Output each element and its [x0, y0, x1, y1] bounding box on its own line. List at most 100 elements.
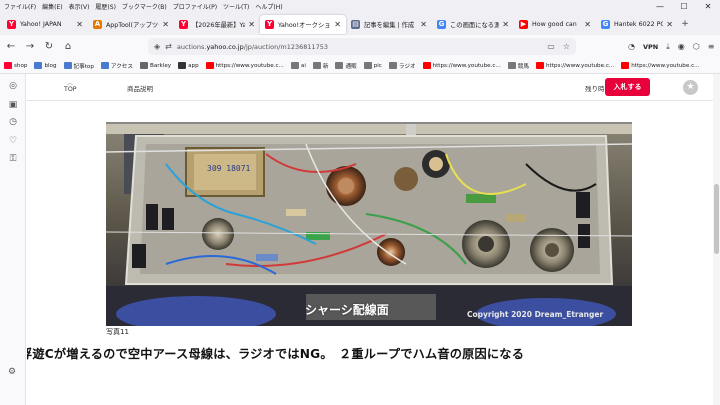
- tab-close-icon[interactable]: ✕: [248, 20, 255, 29]
- menu-help[interactable]: ヘルプ(H): [255, 2, 282, 11]
- bookmark-label: Barkley: [149, 62, 172, 69]
- browser-tab[interactable]: ▤ 記事を編集 | 作成 | X✕: [346, 15, 432, 34]
- bookmark-label: https://www.youtube.c...: [432, 62, 501, 69]
- bookmark-icon: [178, 62, 187, 69]
- bookmark-item[interactable]: 通販: [335, 62, 357, 70]
- bookmark-item[interactable]: https://www.youtube.c...: [422, 62, 501, 69]
- sidebar-passwords-icon[interactable]: ⚿: [7, 153, 19, 165]
- tab-favicon-icon: ▤: [351, 19, 360, 29]
- chassis-wiring-image: 309 18071: [106, 124, 632, 326]
- top-link[interactable]: TOP: [64, 86, 77, 93]
- reload-button[interactable]: ↻: [41, 39, 57, 55]
- sidebar-history-icon[interactable]: ◷: [7, 116, 19, 128]
- tab-title: How good can: [532, 20, 577, 28]
- browser-tab[interactable]: G Hantek 6022 PC US✕: [596, 15, 678, 34]
- menu-tools[interactable]: ツール(T): [223, 2, 249, 11]
- new-tab-button[interactable]: +: [678, 19, 692, 29]
- bookmark-item[interactable]: 新: [312, 62, 328, 70]
- menu-edit[interactable]: 編集(E): [42, 2, 62, 11]
- pocket-icon[interactable]: ◔: [628, 42, 635, 51]
- sidebar-ai-icon[interactable]: ◎: [7, 80, 19, 92]
- bookmark-icon: [312, 62, 321, 69]
- menu-file[interactable]: ファイル(F): [4, 2, 36, 11]
- bookmark-icon: [205, 62, 214, 69]
- description-text: 浮遊Cが増えるので空中アース母線は、ラジオではNG。 ２重ループでハム音の原因に…: [27, 347, 525, 361]
- tab-close-icon[interactable]: ✕: [334, 20, 341, 29]
- watch-star-icon[interactable]: ★: [683, 80, 698, 95]
- bookmark-item[interactable]: https://www.youtube.c...: [536, 62, 614, 69]
- bookmark-label: https://www.youtube.c...: [546, 62, 615, 69]
- menu-view[interactable]: 表示(V): [69, 2, 90, 11]
- bookmark-item[interactable]: pic: [363, 62, 382, 69]
- bookmark-label: pic: [373, 62, 382, 69]
- bookmark-label: 通販: [345, 63, 357, 70]
- forward-button[interactable]: →: [22, 39, 38, 55]
- menu-profile[interactable]: プロファイル(P): [173, 2, 217, 11]
- bookmark-item[interactable]: https://www.youtube.c...: [205, 62, 284, 69]
- bookmark-icon: [621, 62, 630, 69]
- transformer-label: 309 18071: [207, 164, 251, 173]
- photo-overlay-title: シャーシ配線面: [305, 303, 389, 317]
- tab-close-icon[interactable]: ✕: [162, 20, 169, 29]
- bookmark-item[interactable]: https://www.youtube.c...: [621, 62, 700, 69]
- bookmark-item[interactable]: shop: [4, 62, 27, 69]
- back-button[interactable]: ←: [3, 39, 19, 55]
- shield-icon[interactable]: ◈: [154, 42, 160, 51]
- bookmark-item[interactable]: ai: [290, 62, 306, 69]
- bookmarks-bar: shop blog 記事top アクセス Barkley app https://www.y…: [0, 58, 720, 74]
- browser-tab[interactable]: Y 【2026年最新】Yahoo✕: [174, 15, 260, 34]
- browser-tab[interactable]: G この画面になる測定器✕: [432, 15, 514, 34]
- tab-favicon-icon: Y: [179, 19, 188, 29]
- sidebar-settings-icon[interactable]: ⚙: [8, 367, 16, 377]
- window-controls: — ☐ ✕: [648, 0, 720, 13]
- photo-copyright: Copyright 2020 Dream_Etranger: [467, 310, 604, 319]
- scrollbar-thumb[interactable]: [714, 184, 719, 254]
- browser-tab[interactable]: Y Yahoo!オークション - X✕: [260, 14, 346, 34]
- bookmark-item[interactable]: app: [178, 62, 199, 69]
- tab-strip: YYahoo! JAPAN✕AAppTool(アップツール)✕Y【2026年最新…: [0, 13, 720, 35]
- sidebar-bookmarks-icon[interactable]: ♡: [7, 135, 19, 147]
- tab-close-icon[interactable]: ✕: [420, 20, 427, 29]
- maximize-button[interactable]: ☐: [672, 0, 696, 13]
- bookmark-item[interactable]: 競馬: [507, 62, 529, 70]
- product-photo[interactable]: 309 18071: [106, 124, 632, 326]
- sidebar-tabs-icon[interactable]: ▣: [7, 99, 19, 111]
- url-text[interactable]: auctions.yahoo.co.jp/jp/auction/m1236811…: [177, 43, 328, 51]
- menu-history[interactable]: 履歴(S): [95, 2, 116, 11]
- page-scrollbar[interactable]: [713, 74, 720, 405]
- bookmark-item[interactable]: Barkley: [139, 62, 172, 69]
- bookmark-icon: [100, 62, 109, 69]
- browser-tab[interactable]: A AppTool(アップツール)✕: [88, 15, 174, 34]
- vpn-button[interactable]: VPN: [643, 43, 658, 51]
- tab-close-icon[interactable]: ✕: [584, 20, 591, 29]
- tab-favicon-icon: A: [93, 19, 102, 29]
- site-info-icon[interactable]: ⇄: [165, 42, 172, 51]
- tab-close-icon[interactable]: ✕: [666, 20, 673, 29]
- bookmark-item[interactable]: ラジオ: [388, 62, 416, 70]
- bookmark-label: 競馬: [517, 63, 529, 70]
- reader-view-icon[interactable]: ▭: [547, 42, 555, 51]
- menu-bookmarks[interactable]: ブックマーク(B): [122, 2, 167, 11]
- bookmark-item[interactable]: アクセス: [100, 62, 133, 70]
- extensions-icon[interactable]: ⬡: [693, 42, 700, 51]
- browser-tab[interactable]: Y Yahoo! JAPAN ✕: [2, 15, 88, 34]
- bid-button[interactable]: 入札する: [605, 78, 650, 96]
- bookmark-icon: [507, 62, 516, 69]
- tab-close-icon[interactable]: ✕: [502, 20, 509, 29]
- tab-close-icon[interactable]: ✕: [76, 20, 83, 29]
- browser-tab[interactable]: ▶ How good can ✕: [514, 15, 596, 34]
- minimize-button[interactable]: —: [648, 0, 672, 13]
- bookmark-item[interactable]: 記事top: [63, 62, 94, 70]
- download-icon[interactable]: ⤓: [666, 42, 670, 52]
- bookmark-star-icon[interactable]: ☆: [563, 42, 570, 51]
- bookmark-item[interactable]: blog: [34, 62, 57, 69]
- navigation-bar: ← → ↻ ⌂ ◈ ⇄ auctions.yahoo.co.jp/jp/auct…: [0, 35, 720, 58]
- bookmark-label: ai: [300, 62, 306, 69]
- close-window-button[interactable]: ✕: [696, 0, 720, 13]
- description-tab[interactable]: 商品説明: [127, 83, 153, 93]
- address-bar[interactable]: ◈ ⇄ auctions.yahoo.co.jp/jp/auction/m123…: [148, 38, 576, 55]
- app-menu-icon[interactable]: ≡: [708, 42, 715, 51]
- home-button[interactable]: ⌂: [60, 39, 76, 55]
- tab-title: この画面になる測定器: [450, 21, 500, 29]
- account-icon[interactable]: ◉: [678, 42, 685, 51]
